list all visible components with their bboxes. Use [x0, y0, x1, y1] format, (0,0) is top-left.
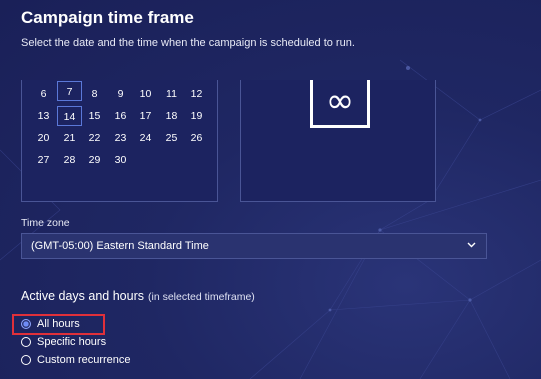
calendar-day[interactable]: 6 [31, 84, 56, 104]
calendar-day[interactable]: 17 [133, 106, 158, 126]
active-days-note: (in selected timeframe) [148, 291, 255, 303]
calendar-day[interactable]: 23 [108, 128, 133, 148]
infinity-icon: ∞ [325, 81, 355, 121]
chevron-down-icon [467, 242, 476, 248]
calendar-day[interactable]: 24 [133, 128, 158, 148]
date-picker-calendar: 6 7 8 9 10 11 12 13 14 15 16 17 18 19 20 21 22 23 24 25 26 27… [21, 80, 218, 202]
calendar-day[interactable]: 7 [57, 81, 82, 101]
infinity-icon-box: ∞ [310, 80, 370, 128]
calendar-day[interactable]: 9 [108, 84, 133, 104]
radio-button[interactable] [21, 337, 31, 347]
timezone-select[interactable]: (GMT-05:00) Eastern Standard Time [21, 233, 487, 259]
calendar-day[interactable]: 30 [108, 150, 133, 170]
calendar-day[interactable]: 26 [184, 128, 209, 148]
calendar-day[interactable]: 14 [57, 106, 82, 126]
calendar-day[interactable]: 11 [159, 84, 184, 104]
calendar-day[interactable]: 29 [82, 150, 107, 170]
page-subtitle: Select the date and the time when the ca… [21, 37, 355, 49]
calendar-day[interactable]: 8 [82, 84, 107, 104]
calendar-day[interactable]: 18 [159, 106, 184, 126]
radio-label: Custom recurrence [37, 354, 131, 366]
recurrence-preview-panel: ∞ [240, 80, 436, 202]
timezone-value: (GMT-05:00) Eastern Standard Time [31, 240, 209, 252]
calendar-day[interactable]: 20 [31, 128, 56, 148]
calendar-day[interactable]: 13 [31, 106, 56, 126]
radio-button[interactable] [21, 355, 31, 365]
page-title: Campaign time frame [21, 8, 194, 27]
calendar-day[interactable]: 22 [82, 128, 107, 148]
highlight-annotation [12, 314, 105, 335]
calendar-day[interactable]: 16 [108, 106, 133, 126]
active-days-heading: Active days and hours (in selected timefr… [21, 289, 255, 303]
calendar-day[interactable]: 27 [31, 150, 56, 170]
calendar-day[interactable]: 10 [133, 84, 158, 104]
calendar-day[interactable]: 25 [159, 128, 184, 148]
calendar-day[interactable]: 12 [184, 84, 209, 104]
calendar-day[interactable]: 15 [82, 106, 107, 126]
active-days-title: Active days and hours [21, 289, 144, 303]
calendar-day[interactable]: 19 [184, 106, 209, 126]
calendar-day[interactable]: 21 [57, 128, 82, 148]
radio-label: Specific hours [37, 336, 107, 348]
timezone-label: Time zone [21, 217, 70, 229]
calendar-day[interactable]: 28 [57, 150, 82, 170]
